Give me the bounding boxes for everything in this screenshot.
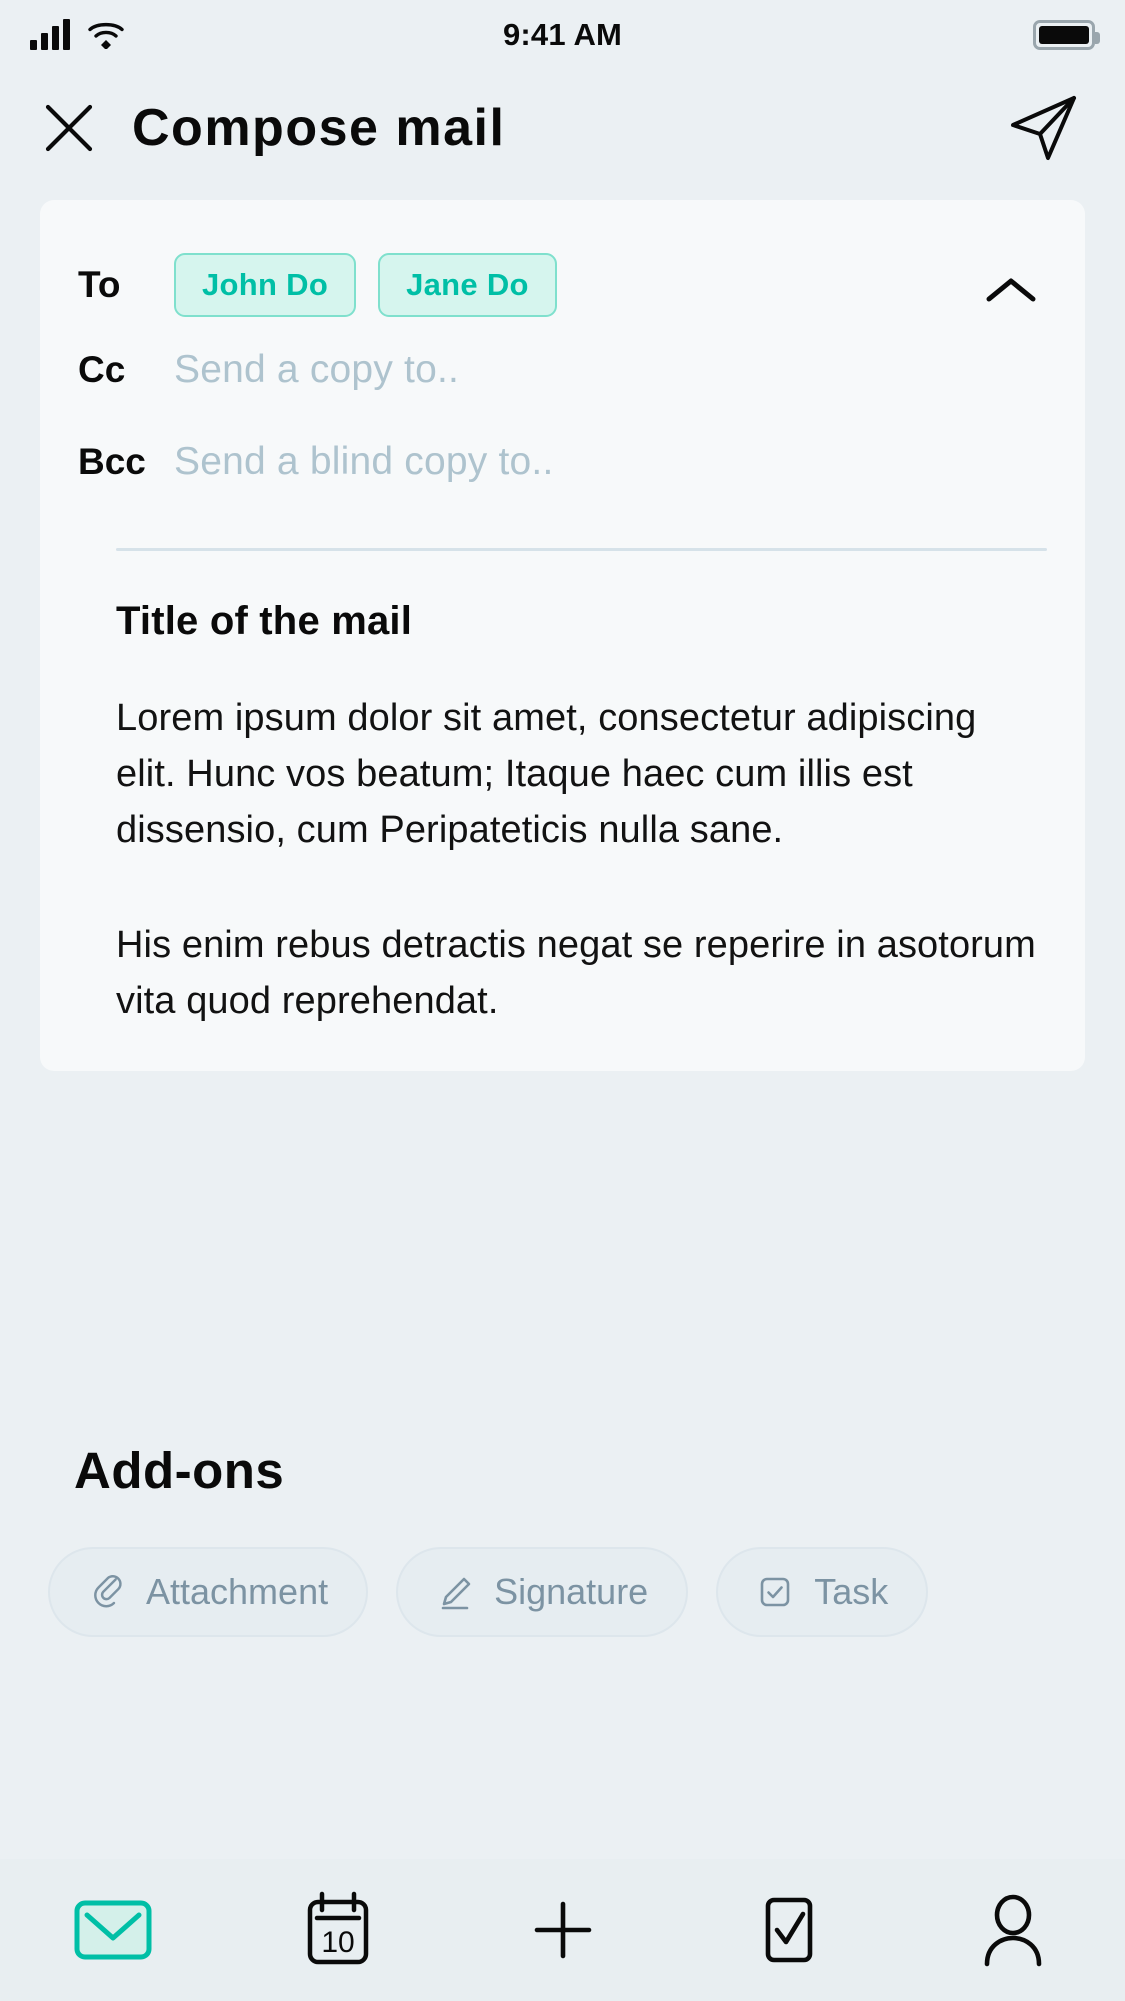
cc-input[interactable]: Send a copy to.. (174, 348, 459, 392)
to-label: To (78, 264, 121, 305)
cc-label: Cc (78, 349, 126, 390)
battery-icon (1033, 20, 1100, 50)
addon-label: Signature (494, 1571, 649, 1612)
addons-heading: Add-ons (74, 1442, 285, 1499)
plus-icon (527, 1894, 599, 1966)
page-title: Compose mail (132, 98, 506, 157)
field-divider (116, 548, 1047, 551)
close-icon[interactable] (42, 101, 96, 155)
person-icon (975, 1892, 1051, 1968)
compose-card: To John Do Jane Do Cc Send a copy to.. B… (40, 200, 1085, 1072)
nav-item-profile[interactable] (953, 1880, 1073, 1980)
calendar-day-label: 10 (321, 1926, 354, 1959)
nav-item-calendar[interactable]: 10 (278, 1880, 398, 1980)
calendar-icon: 10 (300, 1890, 376, 1970)
status-bar-right (1033, 20, 1100, 50)
cc-field-row[interactable]: Cc Send a copy to.. (78, 324, 1047, 416)
nav-item-mail[interactable] (53, 1880, 173, 1980)
compose-mail-screen: 9:41 AM Compose mail To John Do Jane Do (0, 0, 1125, 2001)
addon-signature-button[interactable]: Signature (396, 1547, 689, 1637)
checkbox-icon (754, 1892, 822, 1968)
subject-input[interactable]: Title of the mail (116, 599, 1047, 644)
to-recipient-chips: John Do Jane Do (174, 253, 557, 317)
paperclip-icon (88, 1573, 126, 1611)
addon-label: Attachment (146, 1571, 329, 1612)
bcc-label: Bcc (78, 441, 146, 482)
addons-row: Attachment Signature Task (48, 1547, 929, 1637)
checkbox-check-icon (756, 1573, 794, 1611)
bcc-field-row[interactable]: Bcc Send a blind copy to.. (78, 416, 1047, 508)
status-bar: 9:41 AM (0, 0, 1125, 70)
mail-envelope-icon (73, 1898, 153, 1962)
addon-attachment-button[interactable]: Attachment (48, 1547, 369, 1637)
pen-icon (436, 1573, 474, 1611)
status-bar-time: 9:41 AM (502, 17, 623, 52)
recipient-chip[interactable]: John Do (174, 253, 357, 317)
body-paragraph[interactable]: Lorem ipsum dolor sit amet, consectetur … (116, 690, 1036, 859)
bottom-navigation: 10 (0, 1859, 1125, 2001)
to-field-row[interactable]: To John Do Jane Do (78, 246, 1047, 324)
app-header: Compose mail (0, 70, 1125, 185)
nav-item-tasks[interactable] (728, 1880, 848, 1980)
body-paragraph[interactable]: His enim rebus detractis negat se reperi… (116, 917, 1036, 1029)
chevron-up-icon[interactable] (983, 272, 1039, 308)
nav-item-compose[interactable] (503, 1880, 623, 1980)
addon-label: Task (814, 1571, 889, 1612)
bcc-input[interactable]: Send a blind copy to.. (174, 440, 554, 484)
addon-task-button[interactable]: Task (716, 1547, 929, 1637)
send-paper-plane-icon[interactable] (1005, 89, 1083, 167)
recipient-chip[interactable]: Jane Do (378, 253, 557, 317)
